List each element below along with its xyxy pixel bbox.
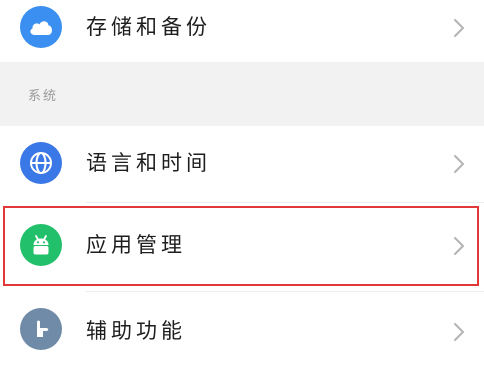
settings-item-label: 应用管理	[86, 233, 186, 257]
section-title: 系统	[28, 89, 59, 104]
settings-item-accessibility[interactable]: 辅助功能	[0, 294, 484, 382]
section-header-system: 系统	[0, 62, 484, 126]
android-icon	[20, 224, 62, 266]
settings-item-language-time[interactable]: 语言和时间	[0, 128, 484, 200]
hand-icon	[20, 308, 62, 350]
settings-item-app-management[interactable]: 应用管理	[0, 204, 484, 288]
chevron-right-icon	[454, 237, 464, 255]
globe-icon	[20, 142, 62, 184]
settings-item-label: 辅助功能	[86, 319, 186, 343]
settings-item-label: 存储和备份	[86, 15, 211, 39]
row-divider	[86, 202, 484, 203]
settings-item-label: 语言和时间	[86, 151, 211, 175]
chevron-right-icon	[454, 323, 464, 341]
chevron-right-icon	[454, 155, 464, 173]
row-divider	[86, 291, 484, 292]
settings-item-storage-backup[interactable]: 存储和备份	[0, 0, 484, 58]
cloud-icon	[20, 6, 62, 48]
chevron-right-icon	[454, 19, 464, 37]
